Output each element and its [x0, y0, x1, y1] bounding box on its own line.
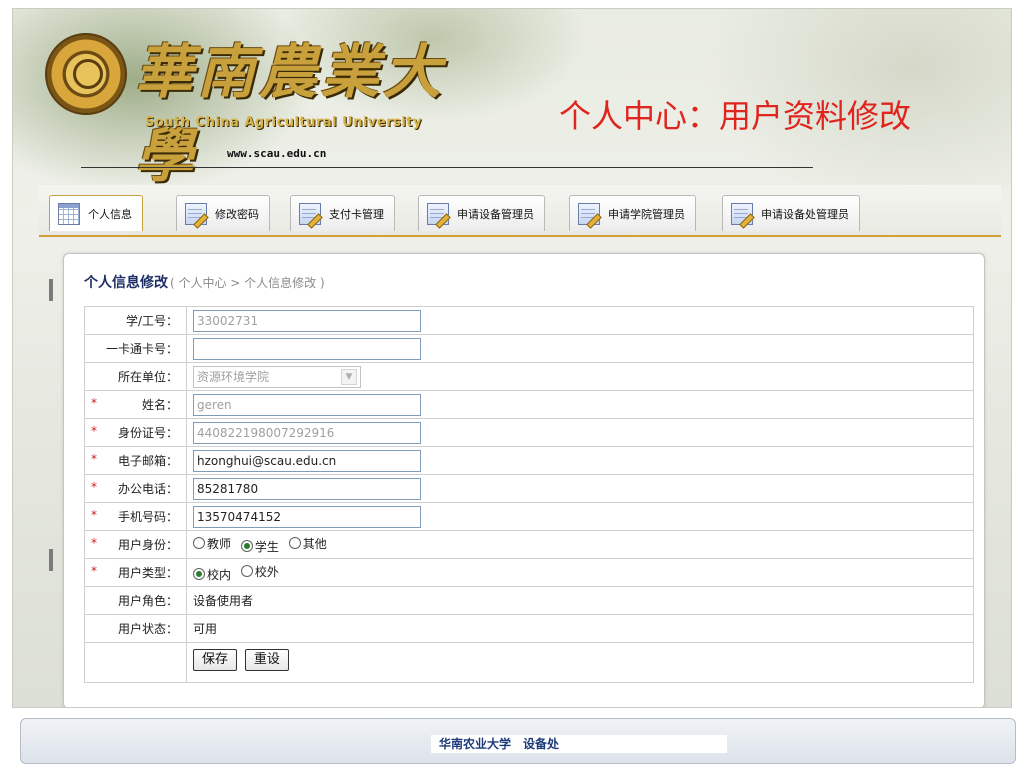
unit-select: 资源环境学院 ▼	[193, 365, 361, 388]
chevron-down-icon: ▼	[341, 368, 357, 385]
student-id-field	[193, 309, 421, 332]
form-row: 所在单位： 资源环境学院 ▼	[84, 362, 974, 391]
tab-apply-device-admin[interactable]: 申请设备管理员	[418, 195, 545, 231]
tab-label: 申请设备管理员	[457, 207, 534, 221]
name-field	[193, 393, 421, 416]
office-phone-field[interactable]	[193, 477, 421, 500]
user-type-radio-external[interactable]: 校外	[240, 563, 279, 580]
field-label: * 姓名：	[84, 390, 187, 419]
university-url: www.scau.edu.cn	[227, 147, 327, 160]
footer: 华南农业大学 设备处	[20, 718, 1016, 764]
email-field[interactable]	[193, 449, 421, 472]
university-en-name: South China Agricultural University	[145, 115, 422, 130]
panel-heading-text: 个人信息修改	[84, 275, 168, 291]
id-card-field	[193, 421, 421, 444]
tab-label: 修改密码	[215, 207, 259, 221]
identity-radio-other[interactable]: 其他	[288, 535, 327, 552]
tab-apply-equipment-office-admin[interactable]: 申请设备处管理员	[722, 195, 860, 231]
university-logo: 華南農業大學 South China Agricultural Universi…	[35, 23, 495, 190]
field-label: 学/工号：	[84, 306, 187, 335]
identity-radio-student[interactable]: 学生	[240, 538, 279, 555]
field-label: * 手机号码：	[84, 502, 187, 531]
tab-apply-college-admin[interactable]: 申请学院管理员	[569, 195, 696, 231]
field-label: * 身份证号：	[84, 418, 187, 447]
form-row: * 办公电话：	[84, 474, 974, 503]
notepad-icon	[185, 202, 207, 225]
form-row: 保存 重设	[84, 642, 974, 683]
field-label: 用户状态：	[84, 614, 187, 643]
tab-payment-card[interactable]: 支付卡管理	[290, 195, 395, 231]
university-seal-icon	[45, 33, 127, 115]
form-row: * 用户类型： 校内 校外	[84, 558, 974, 587]
form-row: * 用户身份： 教师 学生 其他	[84, 530, 974, 559]
user-type-radio-internal[interactable]: 校内	[193, 566, 231, 583]
tab-personal-info[interactable]: 个人信息	[49, 195, 143, 231]
footer-text: 华南农业大学 设备处	[431, 735, 727, 753]
form-row: * 手机号码：	[84, 502, 974, 531]
side-marker	[49, 279, 53, 301]
page-title: 个人中心：用户资料修改	[559, 97, 912, 135]
form-row: * 姓名：	[84, 390, 974, 419]
user-status-value: 可用	[186, 614, 974, 643]
breadcrumb: ( 个人中心 > 个人信息修改 )	[170, 276, 325, 290]
form-row: 用户角色： 设备使用者	[84, 586, 974, 615]
card-number-field[interactable]	[193, 337, 421, 360]
notepad-icon	[578, 202, 600, 225]
notepad-icon	[427, 202, 449, 225]
tab-bar: 个人信息 修改密码 支付卡管理 申请设备管理员 申请学院管理员 申请设备处管理员	[39, 185, 1001, 237]
form-row: * 身份证号：	[84, 418, 974, 447]
field-label: 用户角色：	[84, 586, 187, 615]
field-label: * 用户类型：	[84, 558, 187, 587]
form-row: 学/工号：	[84, 306, 974, 335]
panel-heading: 个人信息修改( 个人中心 > 个人信息修改 )	[84, 272, 325, 292]
save-button[interactable]: 保存	[193, 649, 238, 671]
profile-form: 学/工号： 一卡通卡号： 所在单位： 资源环境学院 ▼ *姓名：	[84, 306, 974, 683]
notepad-icon	[731, 202, 753, 225]
tab-label: 申请学院管理员	[608, 207, 685, 221]
field-label: * 电子邮箱：	[84, 446, 187, 475]
form-row: * 电子邮箱：	[84, 446, 974, 475]
mobile-field[interactable]	[193, 505, 421, 528]
tab-label: 支付卡管理	[329, 207, 384, 221]
tab-label: 申请设备处管理员	[761, 207, 849, 221]
side-marker	[49, 549, 53, 571]
tab-label: 个人信息	[88, 207, 132, 221]
field-label: * 用户身份：	[84, 530, 187, 559]
title-divider	[81, 167, 813, 168]
identity-radio-teacher[interactable]: 教师	[193, 535, 231, 552]
table-icon	[58, 202, 80, 225]
user-role-value: 设备使用者	[186, 586, 974, 615]
reset-button[interactable]: 重设	[244, 649, 289, 671]
field-label: 所在单位：	[84, 362, 187, 391]
field-label: 一卡通卡号：	[84, 334, 187, 363]
field-label: * 办公电话：	[84, 474, 187, 503]
main-frame: 華南農業大學 South China Agricultural Universi…	[12, 8, 1012, 708]
content-panel: 个人信息修改( 个人中心 > 个人信息修改 ) 学/工号： 一卡通卡号： 所在单…	[63, 253, 985, 707]
tab-change-password[interactable]: 修改密码	[176, 195, 270, 231]
form-row: 用户状态： 可用	[84, 614, 974, 643]
form-row: 一卡通卡号：	[84, 334, 974, 363]
notepad-icon	[299, 202, 321, 225]
